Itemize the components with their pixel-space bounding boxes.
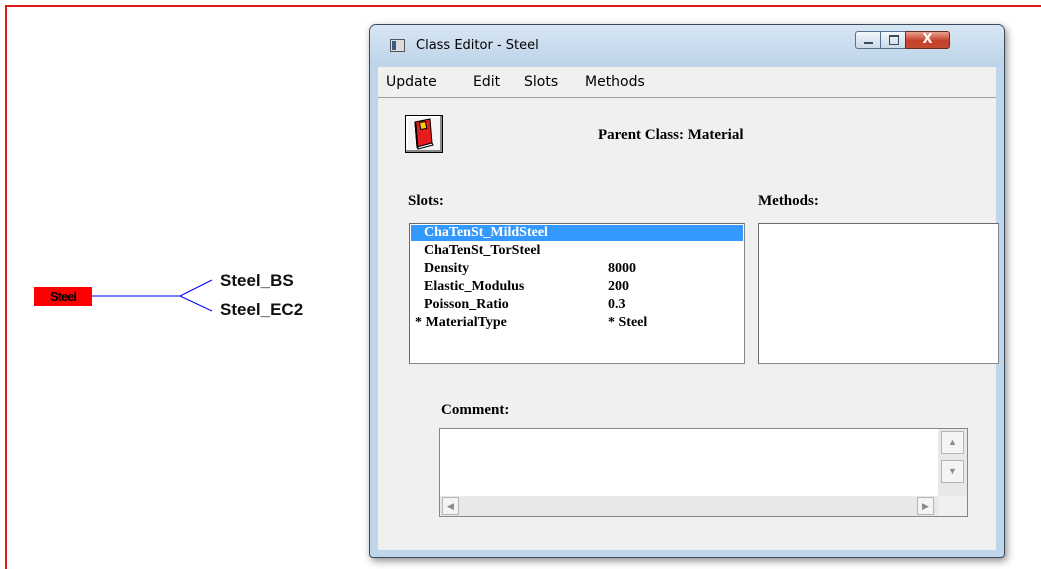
window-icon <box>390 39 405 52</box>
close-button[interactable]: X <box>905 31 950 49</box>
title-bar[interactable]: Class Editor - Steel X <box>370 25 1004 67</box>
menu-update[interactable]: Update <box>386 74 437 90</box>
slot-row[interactable]: Poisson_Ratio 0.3 <box>411 297 743 313</box>
slot-row[interactable]: * MaterialType * Steel <box>411 315 743 331</box>
maximize-button[interactable] <box>880 31 906 49</box>
class-editor-window: Class Editor - Steel X Update Edit Slots… <box>369 24 1005 558</box>
slots-listbox[interactable]: ChaTenSt_MildSteel ChaTenSt_TorSteel Den… <box>409 223 745 364</box>
scroll-right-icon[interactable]: ▶ <box>917 497 934 515</box>
scroll-up-icon[interactable]: ▲ <box>941 431 964 454</box>
parent-class-button[interactable] <box>405 115 443 153</box>
menu-methods[interactable]: Methods <box>585 74 645 90</box>
comment-field[interactable]: ▲ ▼ ◀ ▶ <box>439 428 968 517</box>
slot-row[interactable]: Density 8000 <box>411 261 743 277</box>
editor-client-area: Parent Class: Material Slots: Methods: C… <box>378 98 999 550</box>
slots-label: Slots: <box>408 193 444 209</box>
minimize-button[interactable] <box>855 31 881 49</box>
methods-listbox[interactable] <box>758 223 999 364</box>
horizontal-scrollbar[interactable]: ◀ ▶ <box>440 496 938 516</box>
menu-edit[interactable]: Edit <box>473 74 500 90</box>
scroll-down-icon[interactable]: ▼ <box>941 460 964 483</box>
slot-row[interactable]: Elastic_Modulus 200 <box>411 279 743 295</box>
menu-slots[interactable]: Slots <box>524 74 558 90</box>
close-icon: X <box>922 32 933 47</box>
red-book-icon <box>414 118 434 150</box>
scrollbar-corner <box>938 496 967 516</box>
window-title: Class Editor - Steel <box>416 38 539 53</box>
tree-node-steel[interactable]: Steel <box>34 287 92 306</box>
methods-label: Methods: <box>758 193 819 209</box>
vertical-scrollbar[interactable]: ▲ ▼ <box>938 429 967 497</box>
slot-row[interactable]: ChaTenSt_TorSteel <box>411 243 743 259</box>
slot-row[interactable]: ChaTenSt_MildSteel <box>411 225 743 241</box>
parent-class-label: Parent Class: Material <box>598 127 744 143</box>
scroll-left-icon[interactable]: ◀ <box>442 497 459 515</box>
tree-node-steel-bs[interactable]: Steel_BS <box>220 271 294 291</box>
comment-label: Comment: <box>441 402 510 418</box>
tree-node-steel-ec2[interactable]: Steel_EC2 <box>220 300 303 320</box>
menu-bar: Update Edit Slots Methods <box>378 67 996 98</box>
